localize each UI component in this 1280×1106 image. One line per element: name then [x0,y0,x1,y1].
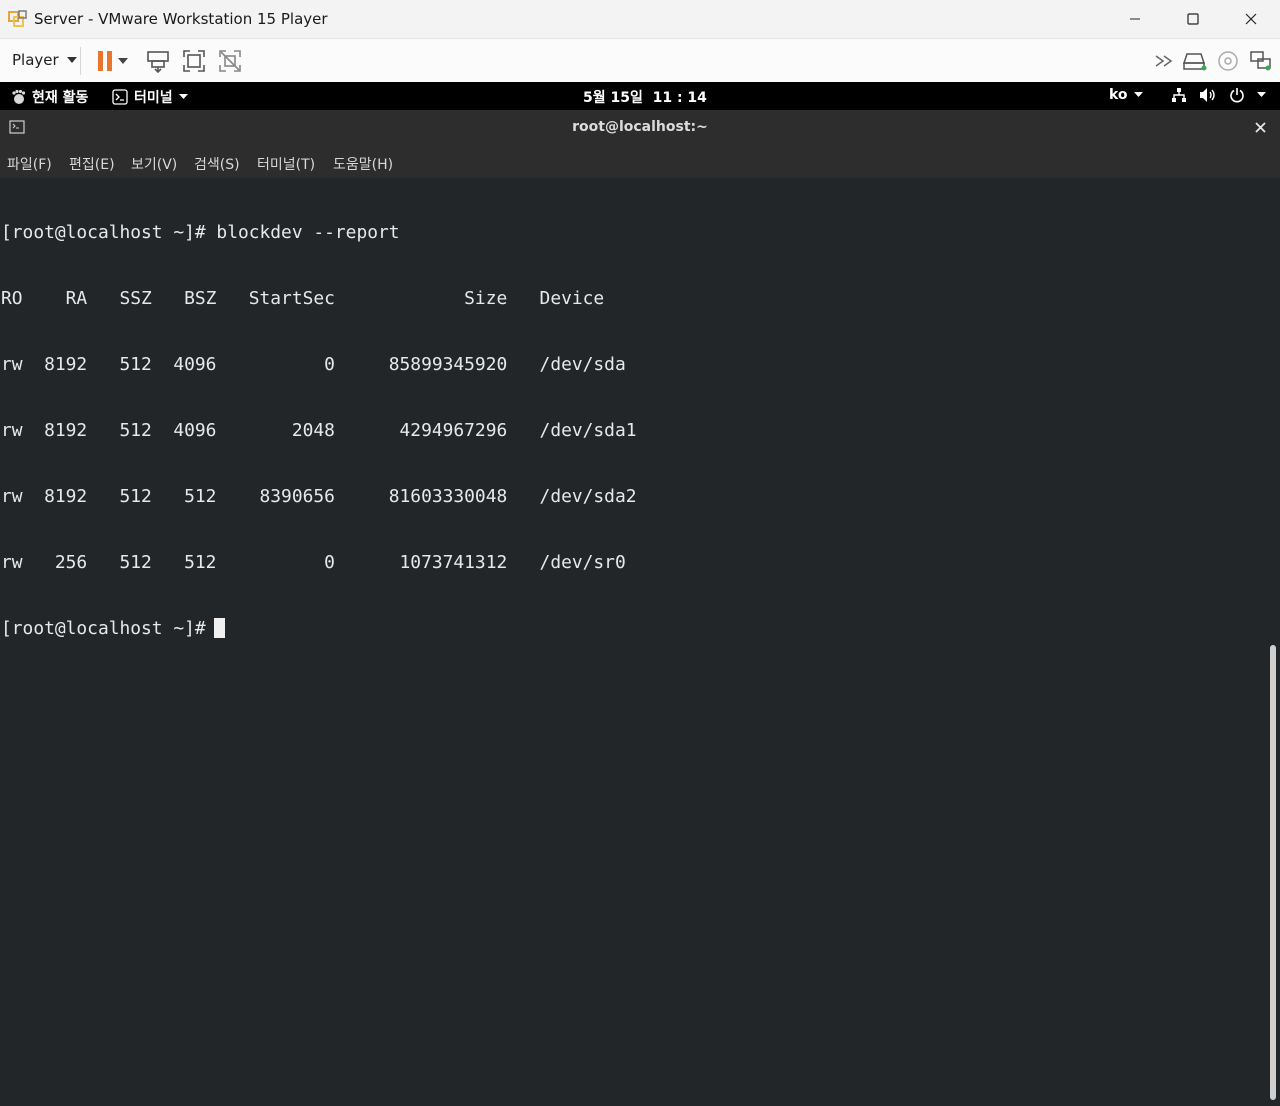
clock-label: 5월 15일 11 : 14 [583,90,707,106]
terminal-prompt: [root@localhost ~]# [1,618,206,639]
cd-icon [1218,51,1238,71]
terminal-line: rw 256 512 512 0 1073741312 /dev/sr0 [1,552,626,573]
gnome-top-bar: 현재 활동 터미널 5월 15일 11 : 14 ko [0,82,1280,110]
power-icon [1230,88,1244,103]
terminal-prompt-line: [root@localhost ~]# [1,618,637,640]
terminal-line: [root@localhost ~]# blockdev --report [1,222,400,243]
system-menu-button[interactable] [1171,87,1266,103]
close-icon[interactable] [1255,122,1266,133]
window-controls [1106,0,1280,38]
terminal-lines: [root@localhost ~]# blockdev --report RO… [1,178,637,684]
chevron-down-icon [118,58,128,64]
power-options-dropdown[interactable] [116,48,130,74]
chevron-right-double-icon [1155,55,1173,67]
maximize-icon [1187,13,1199,25]
fullscreen-icon [183,50,205,72]
player-menu-label: Player [12,51,59,69]
window-titlebar: Server - VMware Workstation 15 Player [0,0,1280,38]
network-icon [1250,51,1271,71]
terminal-title: root@localhost:~ [572,119,708,135]
input-method-label: ko [1109,87,1128,103]
pause-button[interactable] [92,48,118,74]
hard-disk-button[interactable] [1182,48,1208,74]
text-cursor [213,618,225,638]
unity-icon [219,50,241,72]
network-adapter-button[interactable] [1248,48,1274,74]
menu-terminal[interactable]: 터미널(T) [257,154,315,174]
input-method-button[interactable]: ko [1109,87,1143,103]
player-menu-button[interactable]: Player [12,51,77,69]
menu-view[interactable]: 보기(V) [131,154,177,174]
window-title: Server - VMware Workstation 15 Player [34,10,328,28]
minimize-icon [1130,18,1140,20]
terminal-line: RO RA SSZ BSZ StartSec Size Device [1,288,605,309]
menu-help[interactable]: 도움말(H) [333,154,393,174]
menu-file[interactable]: 파일(F) [7,154,52,174]
player-toolbar: Player [0,38,1280,83]
chevron-down-icon [178,94,188,99]
pause-icon [98,51,112,71]
activities-label: 현재 활동 [32,90,89,106]
send-ctrl-alt-del-button[interactable] [145,48,171,74]
network-wired-icon [1172,88,1186,102]
terminal-line: rw 8192 512 512 8390656 81603330048 /dev… [1,486,637,507]
more-devices-button[interactable] [1152,48,1178,74]
send-ctrl-alt-del-icon [147,51,169,73]
menu-edit[interactable]: 편집(E) [69,154,115,174]
maximize-button[interactable] [1164,0,1222,38]
terminal-icon [112,89,128,105]
scrollbar-thumb[interactable] [1270,645,1276,1100]
chevron-down-icon [1257,92,1266,97]
hard-disk-icon [1183,53,1207,71]
fullscreen-button[interactable] [181,48,207,74]
close-icon [1245,13,1257,25]
terminal-menubar: 파일(F) 편집(E) 보기(V) 검색(S) 터미널(T) 도움말(H) [0,146,1280,178]
volume-icon [1200,88,1215,102]
minimize-button[interactable] [1106,0,1164,38]
cd-drive-button[interactable] [1215,48,1241,74]
close-button[interactable] [1222,0,1280,38]
chevron-down-icon [1133,92,1143,97]
vmware-logo-icon [8,10,27,27]
terminal-output-area[interactable]: [root@localhost ~]# blockdev --report RO… [0,178,1268,1106]
app-menu-button[interactable]: 터미널 [112,87,188,107]
terminal-headerbar: root@localhost:~ [0,110,1280,147]
gnome-foot-icon [12,89,26,104]
activities-button[interactable]: 현재 활동 [10,87,88,107]
chevron-down-icon [66,57,77,63]
terminal-line: rw 8192 512 4096 2048 4294967296 /dev/sd… [1,420,637,441]
clock-button[interactable]: 5월 15일 11 : 14 [583,87,707,107]
app-menu-label: 터미널 [134,90,173,106]
unity-button[interactable] [217,48,243,74]
terminal-line: rw 8192 512 4096 0 85899345920 /dev/sda [1,354,626,375]
toolbar-divider [80,47,81,75]
menu-search[interactable]: 검색(S) [194,154,240,174]
